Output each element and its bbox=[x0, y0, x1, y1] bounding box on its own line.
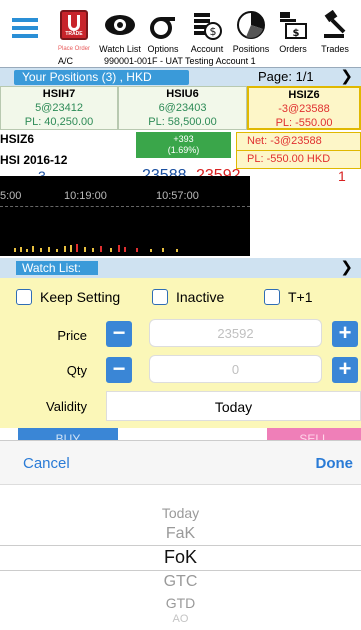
checkbox-box[interactable] bbox=[16, 289, 32, 305]
chevron-right-icon[interactable]: ❯ bbox=[340, 260, 353, 276]
position-card-hsiu6[interactable]: HSIU6 6@23403 PL: 58,500.00 bbox=[118, 86, 247, 130]
main-toolbar: TRADE Place Order Watch List Options $ A… bbox=[0, 0, 361, 67]
svg-text:$: $ bbox=[293, 28, 300, 39]
sell-button[interactable]: SELL bbox=[267, 428, 361, 440]
price-increment-button[interactable]: + bbox=[332, 321, 358, 347]
toolbar-account[interactable]: $ Account bbox=[188, 0, 226, 58]
page-indicator: Page: 1/1 bbox=[258, 69, 314, 84]
keep-setting-label: Keep Setting bbox=[40, 289, 121, 305]
position-symbol: HSIZ6 bbox=[288, 89, 320, 101]
quote-change-pct: (1.69%) bbox=[167, 145, 200, 155]
svg-text:$: $ bbox=[210, 25, 217, 38]
position-qty: 6@23403 bbox=[158, 102, 207, 114]
positions-grid: HSIH7 5@23412 PL: 40,250.00 HSIU6 6@2340… bbox=[0, 86, 361, 130]
position-card-hsih7[interactable]: HSIH7 5@23412 PL: 40,250.00 bbox=[0, 86, 118, 130]
position-symbol: HSIH7 bbox=[42, 88, 76, 100]
picker-cancel-button[interactable]: Cancel bbox=[23, 455, 70, 472]
quote-name: HSI 2016-12 bbox=[0, 153, 68, 167]
orders-icon: $ bbox=[280, 12, 307, 39]
t1-checkbox[interactable]: T+1 bbox=[264, 288, 313, 306]
gavel-icon bbox=[324, 10, 346, 38]
position-qty: -3@23588 bbox=[278, 103, 330, 115]
position-card-hsiz6[interactable]: HSIZ6 -3@23588 PL: -550.00 bbox=[247, 86, 361, 130]
account-row[interactable]: A/C 990001-001F - UAT Testing Account 1 bbox=[0, 56, 361, 67]
buy-button[interactable]: BUY bbox=[18, 428, 118, 440]
price-input[interactable]: 23592 bbox=[149, 319, 322, 347]
intraday-chart[interactable]: 5:00 10:19:00 10:57:00 bbox=[0, 176, 250, 256]
t1-label: T+1 bbox=[288, 289, 313, 305]
picker-option-today[interactable]: Today bbox=[0, 505, 361, 521]
toolbar-trades-label: Trades bbox=[321, 44, 349, 54]
validity-select[interactable]: Today bbox=[106, 391, 361, 421]
toolbar-watch-list[interactable]: Watch List bbox=[99, 0, 141, 58]
inactive-checkbox[interactable]: Inactive bbox=[152, 288, 224, 306]
price-decrement-button[interactable]: − bbox=[106, 321, 132, 347]
quote-change: +393 bbox=[173, 134, 194, 144]
quote-symbol: HSIZ6 bbox=[0, 132, 35, 146]
coins-icon: $ bbox=[194, 13, 222, 40]
validity-label: Validity bbox=[46, 399, 87, 414]
watch-list-title[interactable]: Watch List: bbox=[16, 261, 98, 275]
toolbar-account-label: Account bbox=[190, 44, 224, 54]
toolbar-watch-list-label: Watch List bbox=[99, 44, 141, 54]
account-value: 990001-001F - UAT Testing Account 1 bbox=[104, 56, 256, 66]
toolbar-orders-label: Orders bbox=[279, 44, 307, 54]
validity-picker-wheel[interactable]: Today FaK FoK GTC GTD AO bbox=[0, 485, 361, 630]
inactive-label: Inactive bbox=[176, 289, 225, 305]
volume-bars bbox=[14, 244, 178, 252]
price-label: Price bbox=[57, 328, 87, 343]
account-label: A/C bbox=[58, 56, 74, 66]
position-pl: PL: 40,250.00 bbox=[24, 116, 94, 128]
toolbar-options-label: Options bbox=[147, 44, 179, 54]
picker-option-ao[interactable]: AO bbox=[0, 613, 361, 625]
eye-icon bbox=[105, 15, 135, 35]
toolbar-place-order[interactable]: TRADE Place Order bbox=[56, 0, 92, 58]
toolbar-positions-label: Positions bbox=[232, 44, 270, 54]
sigma-icon bbox=[150, 17, 175, 39]
picker-done-button[interactable]: Done bbox=[316, 455, 354, 472]
toolbar-options[interactable]: Options bbox=[146, 0, 180, 58]
qty-input[interactable]: 0 bbox=[149, 355, 322, 383]
toolbar-orders[interactable]: $ Orders bbox=[276, 0, 310, 58]
chevron-right-icon[interactable]: ❯ bbox=[340, 69, 353, 85]
toolbar-place-order-label: Place Order bbox=[57, 46, 90, 52]
positions-title[interactable]: Your Positions (3) , HKD bbox=[14, 70, 189, 85]
picker-option-fak[interactable]: FaK bbox=[0, 525, 361, 543]
quote-pl: PL: -550.00 HKD bbox=[236, 151, 361, 169]
toolbar-trades[interactable]: Trades bbox=[318, 0, 352, 58]
position-symbol: HSIU6 bbox=[166, 88, 199, 100]
position-qty: 5@23412 bbox=[35, 102, 83, 114]
quote-change-badge: +393 (1.69%) bbox=[136, 132, 231, 158]
qty-decrement-button[interactable]: − bbox=[106, 357, 132, 383]
picker-option-gtc[interactable]: GTC bbox=[0, 573, 361, 591]
position-pl: PL: 58,500.00 bbox=[148, 116, 217, 128]
positions-header: Your Positions (3) , HKD Page: 1/1 ❯ bbox=[0, 67, 361, 86]
checkbox-box[interactable] bbox=[264, 289, 280, 305]
keep-setting-checkbox[interactable]: Keep Setting bbox=[16, 288, 120, 306]
watch-list-header: Watch List: ❯ bbox=[0, 258, 361, 278]
quote-net-position: Net: -3@23588 bbox=[236, 132, 361, 151]
trade-icon: TRADE bbox=[60, 10, 88, 40]
picker-option-gtd[interactable]: GTD bbox=[0, 595, 361, 611]
qty-increment-button[interactable]: + bbox=[332, 357, 358, 383]
qty-label: Qty bbox=[66, 363, 87, 378]
hamburger-menu-icon[interactable] bbox=[12, 18, 38, 38]
pie-chart-icon bbox=[237, 11, 265, 39]
picker-option-fok[interactable]: FoK bbox=[0, 547, 361, 568]
toolbar-positions[interactable]: Positions bbox=[232, 0, 270, 58]
picker-toolbar: Cancel Done bbox=[0, 440, 361, 485]
position-pl: PL: -550.00 bbox=[275, 117, 333, 129]
checkbox-box[interactable] bbox=[152, 289, 168, 305]
ask-qty: 1 bbox=[338, 168, 346, 184]
quote-panel: HSIZ6 HSI 2016-12 +393 (1.69%) Net: -3@2… bbox=[0, 130, 361, 184]
